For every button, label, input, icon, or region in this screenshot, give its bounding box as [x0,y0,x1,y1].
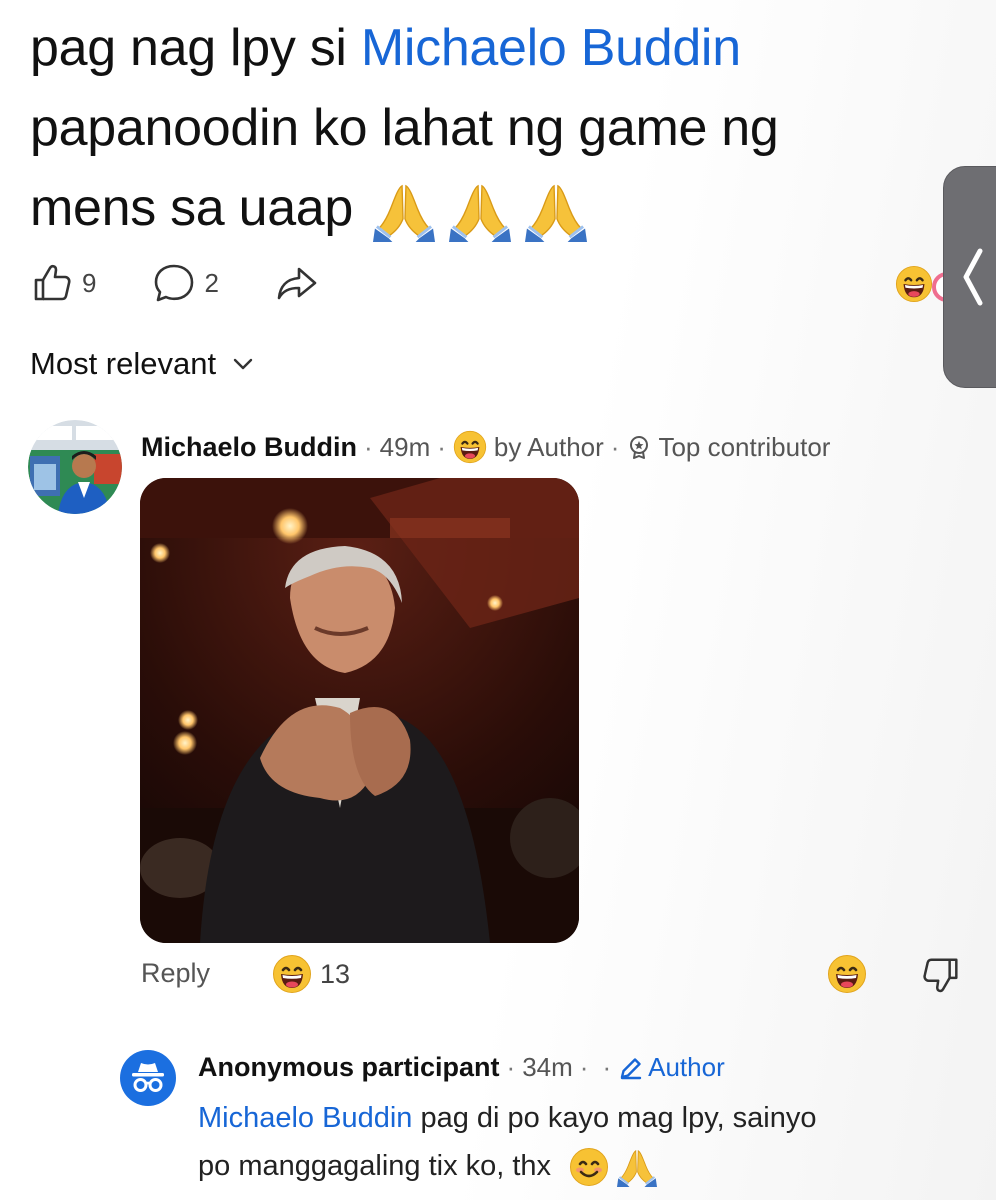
grinning-emoji-icon [272,954,312,994]
share-button[interactable] [275,261,319,305]
comment-author-name[interactable]: Michaelo Buddin [141,432,357,463]
separator-dot: · [364,431,373,462]
top-contributor-badge: Top contributor [658,431,831,462]
author-tag: Author [618,1052,725,1083]
add-reaction-icon[interactable] [827,954,867,994]
comment-bubble-icon [155,264,194,302]
separator-dot: · [602,1052,612,1082]
reply-text-line2: po manggagaling tix ko, thx [198,1150,552,1182]
post-text-prefix: pag nag lpy si [30,19,361,77]
share-arrow-icon [277,267,317,300]
separator-dot: · [506,1052,516,1082]
sort-label: Most relevant [30,346,217,381]
folded-hands-emoji [525,180,587,242]
incognito-icon [132,1063,164,1092]
reply-line-1: Michaelo Buddin pag di po kayo mag lpy, … [198,1094,978,1142]
award-badge-icon [630,436,649,459]
comment-button[interactable]: 2 [152,261,219,305]
folded-hands-emoji [617,1147,657,1187]
post-action-bar: 9 2 [30,258,375,308]
reply-line-2: po manggagaling tix ko, thx [198,1142,978,1190]
reply-timestamp: 34m [522,1052,573,1082]
post-thread-page: pag nag lpy si Michaelo Buddin papanoodi… [0,0,996,1200]
by-author-label: by Author [493,431,604,462]
comment-count: 2 [204,267,219,298]
sort-dropdown[interactable]: Most relevant [30,346,254,382]
reply-mention-link[interactable]: Michaelo Buddin [198,1102,412,1134]
reply-header: Anonymous participant · 34m · · Author [198,1052,725,1083]
reply-author-name[interactable]: Anonymous participant [198,1052,500,1083]
post-body: pag nag lpy si Michaelo Buddin papanoodi… [30,8,940,248]
reply-button[interactable]: Reply [141,958,210,989]
separator-dot: · [610,431,620,462]
thumbs-up-icon [34,264,71,301]
separator-dot: · [579,1052,589,1082]
post-line-3: mens sa uaap [30,168,940,248]
post-mention-link[interactable]: Michaelo Buddin [361,19,741,77]
anonymous-avatar [120,1050,176,1106]
reaction-summary[interactable]: 13 [272,954,350,994]
clapping-gif-image[interactable] [140,478,579,943]
pencil-icon [620,1057,642,1079]
side-panel-handle[interactable] [943,166,996,388]
comment-timestamp: 49m [379,431,431,462]
like-count: 9 [82,267,97,298]
reaction-emoji-icon[interactable] [895,265,933,303]
like-button[interactable]: 9 [30,261,96,305]
chevron-left-icon [963,248,983,306]
comment-action-bar: Reply 13 [141,950,961,998]
post-text-line3: mens sa uaap [30,179,354,237]
post-line-1: pag nag lpy si Michaelo Buddin [30,8,940,88]
reply-text-line1: pag di po kayo mag lpy, sainyo [412,1102,817,1134]
avatar[interactable] [28,420,122,514]
post-line-2: papanoodin ko lahat ng game ng [30,99,779,157]
thumbs-down-icon[interactable] [921,954,963,996]
separator-dot: · [437,431,446,462]
folded-hands-emoji [373,180,435,242]
folded-hands-emoji [449,180,511,242]
reacted-emoji-icon [453,430,487,464]
chevron-down-icon [233,358,253,370]
reaction-count: 13 [320,958,351,989]
comment-header: Michaelo Buddin · 49m · by Author · Top … [141,430,830,464]
author-tag-label: Author [648,1052,725,1082]
reply-body: Michaelo Buddin pag di po kayo mag lpy, … [198,1094,978,1190]
smiling-face-emoji [569,1147,609,1187]
